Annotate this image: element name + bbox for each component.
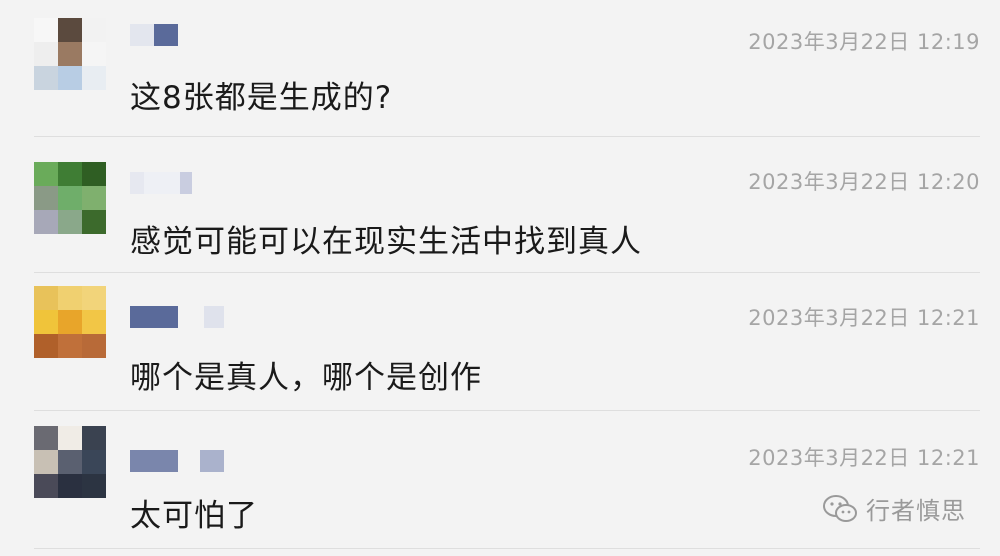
- avatar[interactable]: [34, 426, 106, 498]
- watermark: 行者慎思: [822, 491, 966, 526]
- avatar[interactable]: [34, 18, 106, 90]
- timestamp: 2023年3月22日 12:20: [748, 170, 980, 194]
- username-blurred[interactable]: [130, 306, 224, 328]
- avatar[interactable]: [34, 286, 106, 358]
- timestamp: 2023年3月22日 12:19: [748, 30, 980, 54]
- avatar[interactable]: [34, 162, 106, 234]
- watermark-text: 行者慎思: [866, 497, 966, 525]
- comment-text: 这8张都是生成的?: [130, 80, 393, 116]
- comment-text: 哪个是真人，哪个是创作: [130, 360, 482, 396]
- timestamp: 2023年3月22日 12:21: [748, 446, 980, 470]
- divider: [34, 272, 980, 273]
- comment-text: 感觉可能可以在现实生活中找到真人: [130, 224, 642, 260]
- comment-item[interactable]: 2023年3月22日 12:19 这8张都是生成的?: [0, 0, 1000, 138]
- username-blurred[interactable]: [130, 450, 224, 472]
- wechat-icon: [822, 494, 858, 524]
- comment-item[interactable]: 2023年3月22日 12:21 太可怕了: [0, 412, 1000, 550]
- username-blurred[interactable]: [130, 24, 178, 46]
- divider: [34, 136, 980, 137]
- divider: [34, 548, 980, 549]
- comment-list: 2023年3月22日 12:19 这8张都是生成的? 2023年3月22日 12…: [0, 0, 1000, 556]
- divider: [34, 410, 980, 411]
- timestamp: 2023年3月22日 12:21: [748, 306, 980, 330]
- username-blurred[interactable]: [130, 172, 192, 194]
- comment-item[interactable]: 2023年3月22日 12:21 哪个是真人，哪个是创作: [0, 274, 1000, 412]
- comment-text: 太可怕了: [130, 498, 258, 534]
- comment-item[interactable]: 2023年3月22日 12:20 感觉可能可以在现实生活中找到真人: [0, 138, 1000, 276]
